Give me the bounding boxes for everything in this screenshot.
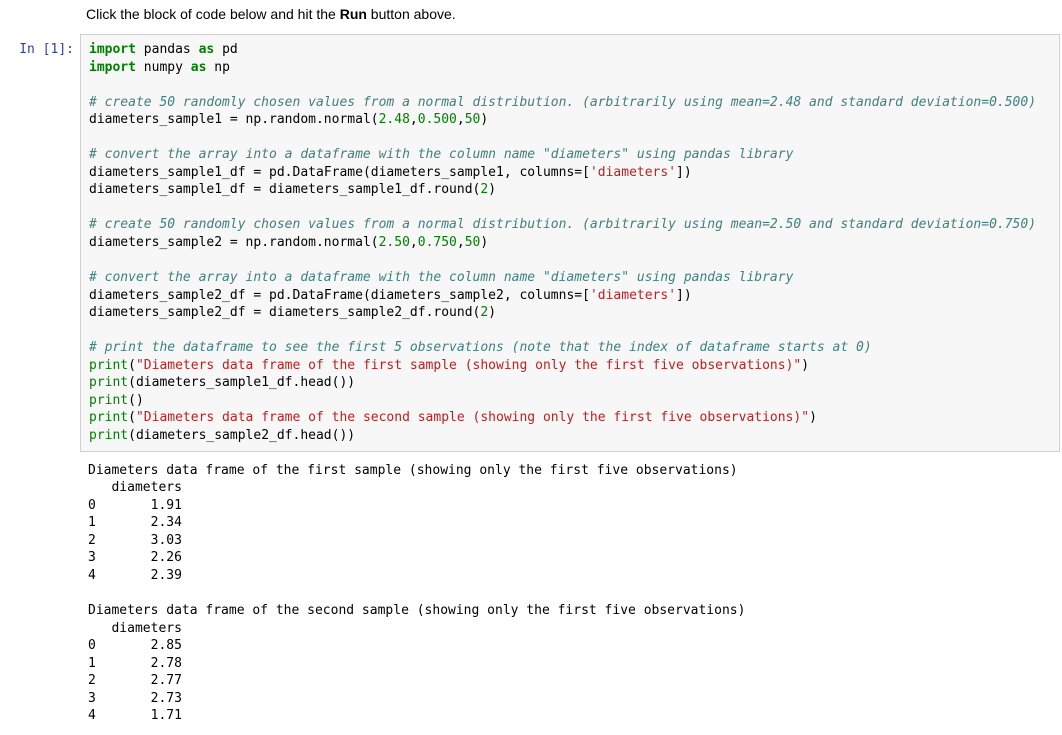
code-cell: In [1]: import pandas as pdimport numpy … [0,34,1062,452]
notebook-view: Click the block of code below and hit th… [0,0,1062,735]
instruction-text: Click the block of code below and hit th… [86,6,1062,22]
output-prompt-spacer [0,460,80,725]
output-row: Diameters data frame of the first sample… [0,460,1062,725]
input-prompt: In [1]: [19,42,74,57]
prompt-area: In [1]: [0,34,80,452]
cell-output: Diameters data frame of the first sample… [80,460,1062,725]
instruction-suffix: button above. [367,6,456,22]
instruction-bold: Run [340,6,367,22]
instruction-prefix: Click the block of code below and hit th… [86,6,340,22]
code-input[interactable]: import pandas as pdimport numpy as np # … [80,34,1060,452]
